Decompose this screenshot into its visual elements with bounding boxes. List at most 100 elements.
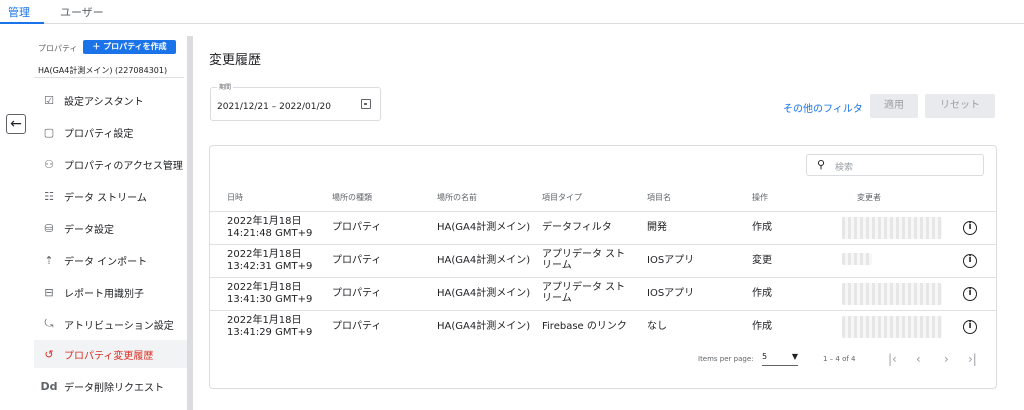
items-per-page-value: 5 (762, 352, 768, 361)
items-per-page-label: Items per page: (698, 355, 754, 363)
info-icon[interactable]: i (963, 287, 977, 301)
row-time: 13:42:31 GMT+9 (227, 261, 313, 272)
search-input[interactable]: ⚲ 検索 (806, 154, 984, 176)
sidebar-item-label: データ削除リクエスト (64, 382, 164, 394)
upload-icon: ⇡ (44, 253, 54, 267)
page-title: 変更履歴 (209, 53, 262, 68)
row-date: 2022年1月18日 (227, 282, 302, 293)
sidebar-item-data-import[interactable]: ⇡ データ インポート (34, 246, 187, 274)
sidebar-item-label: レポート用識別子 (64, 288, 144, 300)
sidebar-item-access[interactable]: ⚇ プロパティのアクセス管理 (34, 150, 187, 178)
sidebar-item-data-settings[interactable]: ⛁ データ設定 (34, 214, 187, 242)
row-date: 2022年1月18日 (227, 249, 302, 260)
sidebar-item-label: データ インポート (64, 256, 148, 268)
sidebar-item-setup-assistant[interactable]: ☑ 設定アシスタント (34, 86, 187, 114)
identity-icon: ⊟ (44, 285, 54, 299)
sidebar-item-label: アトリビューション設定 (64, 320, 174, 332)
property-id: HA(GA4計測メイン) (227084301) (38, 66, 168, 75)
create-property-button[interactable]: ＋ プロパティを作成 (83, 40, 176, 54)
page-range: 1 – 4 of 4 (823, 355, 856, 363)
top-nav: 管理 ユーザー (0, 0, 1024, 24)
sidebar-item-data-streams[interactable]: ☷ データ ストリーム (34, 182, 187, 210)
period-label: 期間 (217, 82, 234, 91)
sidebar-item-change-history[interactable]: ↺ プロパティ変更履歴 (34, 340, 187, 368)
sidebar-item-property-settings[interactable]: ▢ プロパティ設定 (34, 118, 187, 146)
info-icon[interactable]: i (963, 221, 977, 235)
col-header-location-name[interactable]: 場所の名前 (437, 192, 477, 203)
left-rail: ← (0, 24, 30, 410)
row-operation: 作成 (752, 222, 772, 233)
row-item-type: データフィルタ (542, 222, 612, 233)
other-filters-link[interactable]: その他のフィルタ (783, 100, 863, 115)
database-icon: ⛁ (44, 221, 54, 235)
row-time: 14:21:48 GMT+9 (227, 228, 313, 239)
redacted-user (842, 283, 942, 305)
sidebar-item-data-deletion[interactable]: Dd データ削除リクエスト (34, 372, 187, 400)
reset-button[interactable]: リセット (925, 94, 995, 118)
row-item-name: 開発 (647, 222, 667, 233)
row-location-type: プロパティ (332, 288, 382, 299)
row-item-name: なし (647, 321, 667, 332)
table-row[interactable]: 2022年1月18日 13:41:30 GMT+9 プロパティ HA(GA4計測… (210, 277, 996, 310)
row-item-type: アプリデータ ストリーム (542, 282, 626, 304)
table-row[interactable]: 2022年1月18日 13:41:29 GMT+9 プロパティ HA(GA4計測… (210, 310, 996, 343)
tab-users[interactable]: ユーザー (60, 4, 104, 20)
row-location-name: HA(GA4計測メイン) (437, 255, 531, 266)
history-icon: ↺ (44, 347, 54, 361)
sidebar-item-label: データ ストリーム (64, 192, 147, 204)
sidebar-item-label: プロパティ変更履歴 (64, 350, 154, 362)
dropdown-arrow-icon: ▼ (791, 352, 798, 361)
back-arrow-icon[interactable]: ← (6, 114, 26, 134)
row-item-name: IOSアプリ (647, 255, 695, 266)
redacted-user (842, 316, 942, 338)
info-icon[interactable]: i (963, 254, 977, 268)
search-icon: ⚲ (817, 158, 826, 171)
sidebar-item-attribution[interactable]: ⤿ アトリビューション設定 (34, 310, 187, 338)
calendar-icon[interactable] (361, 99, 371, 109)
period-value: 2021/12/21 – 2022/01/20 (217, 102, 331, 112)
history-table-card: ⚲ 検索 日時 場所の種類 場所の名前 項目タイプ 項目名 操作 変更者 202… (209, 145, 997, 389)
divider (34, 77, 184, 78)
row-location-type: プロパティ (332, 222, 382, 233)
row-time: 13:41:30 GMT+9 (227, 294, 313, 305)
col-header-item-type[interactable]: 項目タイプ (542, 192, 582, 203)
redacted-user (842, 253, 872, 265)
row-operation: 作成 (752, 321, 772, 332)
property-icon: ▢ (43, 125, 55, 139)
items-per-page-select[interactable]: 5 ▼ (762, 352, 798, 366)
attribution-icon: ⤿ (44, 317, 54, 330)
next-page-icon[interactable]: › (944, 352, 949, 366)
sidebar: プロパティ ＋ プロパティを作成 HA(GA4計測メイン) (227084301… (34, 24, 187, 410)
sidebar-item-label: 設定アシスタント (64, 96, 144, 108)
col-header-item-name[interactable]: 項目名 (647, 192, 671, 203)
row-time: 13:41:29 GMT+9 (227, 327, 313, 338)
tab-admin[interactable]: 管理 (8, 4, 30, 20)
row-item-type: アプリデータ ストリーム (542, 249, 626, 271)
col-header-changed-by[interactable]: 変更者 (857, 192, 881, 203)
property-label: プロパティ (38, 44, 78, 53)
row-location-type: プロパティ (332, 321, 382, 332)
prev-page-icon[interactable]: ‹ (916, 352, 921, 366)
table-row[interactable]: 2022年1月18日 14:21:48 GMT+9 プロパティ HA(GA4計測… (210, 211, 996, 244)
last-page-icon[interactable]: ›| (968, 352, 977, 366)
first-page-icon[interactable]: |‹ (888, 352, 897, 366)
col-header-location-type[interactable]: 場所の種類 (332, 192, 372, 203)
row-item-name: IOSアプリ (647, 288, 695, 299)
row-location-name: HA(GA4計測メイン) (437, 288, 531, 299)
redacted-user (842, 217, 942, 239)
table-row[interactable]: 2022年1月18日 13:42:31 GMT+9 プロパティ HA(GA4計測… (210, 244, 996, 277)
deletion-icon: Dd (40, 379, 58, 393)
col-header-operation[interactable]: 操作 (752, 192, 768, 203)
row-location-name: HA(GA4計測メイン) (437, 222, 531, 233)
sidebar-item-reporting-identity[interactable]: ⊟ レポート用識別子 (34, 278, 187, 306)
col-header-date[interactable]: 日時 (227, 192, 243, 203)
date-range-picker[interactable]: 期間 2021/12/21 – 2022/01/20 (210, 82, 381, 121)
row-date: 2022年1月18日 (227, 216, 302, 227)
apply-button[interactable]: 適用 (870, 94, 918, 118)
main-content: 変更履歴 期間 2021/12/21 – 2022/01/20 その他のフィルタ… (193, 24, 1024, 410)
row-location-name: HA(GA4計測メイン) (437, 321, 531, 332)
info-icon[interactable]: i (963, 320, 977, 334)
row-date: 2022年1月18日 (227, 315, 302, 326)
streams-icon: ☷ (44, 189, 54, 203)
checkbox-icon: ☑ (44, 93, 54, 107)
